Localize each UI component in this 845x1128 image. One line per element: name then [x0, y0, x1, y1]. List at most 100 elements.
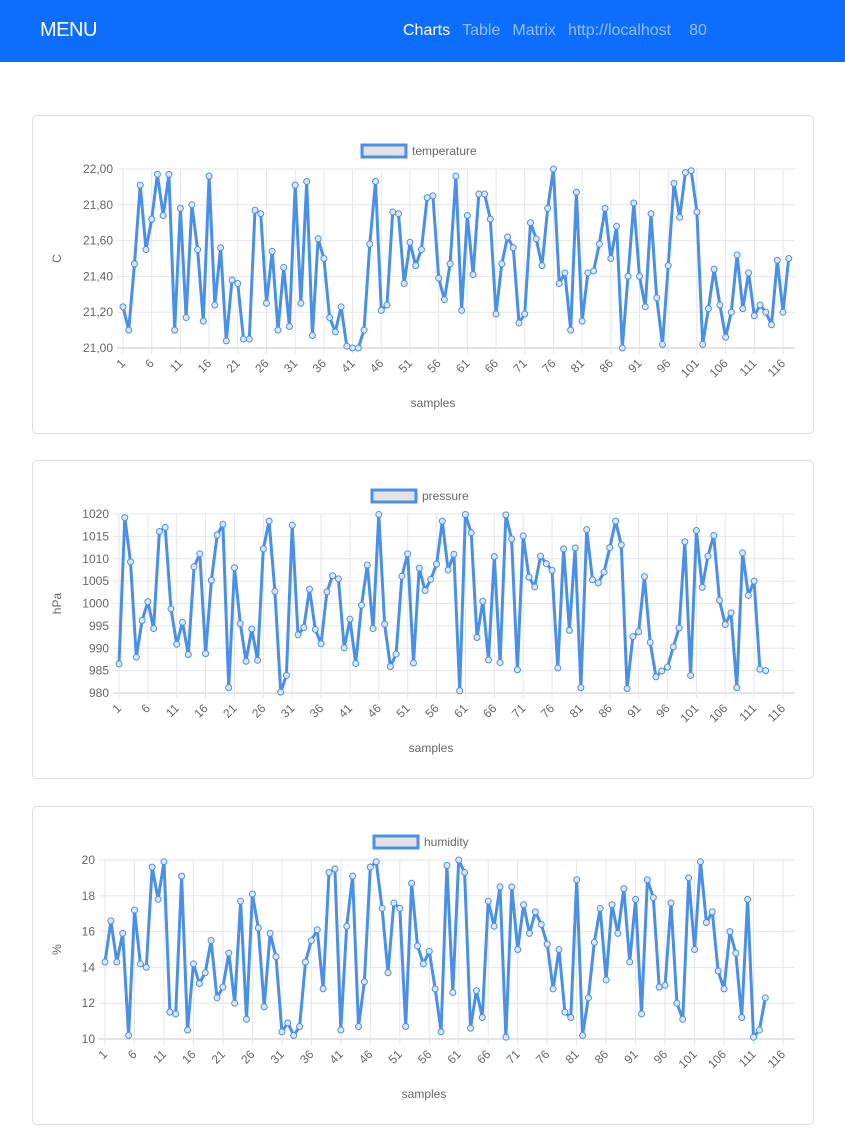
nav-link-charts[interactable]: Charts	[403, 22, 450, 40]
y-tick-label: 21,60	[83, 234, 113, 248]
data-point	[130, 260, 138, 268]
data-point	[632, 895, 640, 903]
x-tick-label: 116	[765, 701, 789, 725]
y-tick-label: 16	[82, 925, 96, 939]
data-point	[600, 568, 608, 576]
data-point	[669, 643, 677, 651]
data-point	[337, 1026, 345, 1034]
data-point	[538, 262, 546, 270]
data-point	[478, 1014, 486, 1022]
data-point	[647, 210, 655, 218]
data-point	[282, 672, 290, 680]
x-tick-label: 96	[651, 1047, 671, 1067]
x-tick-label: 11	[167, 356, 186, 375]
data-point	[443, 861, 451, 869]
data-point	[349, 872, 357, 880]
data-point	[384, 969, 392, 977]
data-point	[166, 1008, 174, 1016]
data-point	[461, 869, 469, 877]
data-point	[475, 190, 483, 198]
data-point	[225, 684, 233, 692]
y-tick-label: 1005	[82, 574, 109, 588]
data-point	[217, 244, 225, 252]
data-point	[291, 181, 299, 189]
data-point	[366, 240, 374, 248]
data-point	[691, 946, 699, 953]
temperature-chart: temperature 21,00 21,20 21,40 21,60 21,80 22,0…	[50, 143, 795, 410]
brand-menu[interactable]: MENU	[40, 19, 97, 42]
data-point	[696, 858, 704, 866]
data-point	[613, 222, 621, 230]
x-tick-label: 81	[567, 701, 587, 721]
legend-swatch	[372, 834, 420, 850]
data-point	[693, 208, 701, 216]
x-tick-label: 61	[451, 701, 471, 721]
x-axis-title: samples	[411, 396, 456, 410]
data-point	[265, 517, 273, 525]
data-point	[230, 564, 238, 572]
nav-link-host[interactable]: http://localhost	[568, 22, 671, 40]
data-point	[150, 625, 158, 633]
data-point	[179, 618, 187, 626]
data-point	[521, 310, 529, 318]
data-point	[148, 863, 156, 871]
data-point	[624, 272, 632, 280]
data-point	[596, 904, 604, 912]
data-point	[314, 235, 322, 243]
data-point	[481, 190, 489, 198]
data-point	[408, 879, 416, 887]
data-point	[171, 326, 179, 334]
x-tick-label: 76	[538, 701, 558, 721]
data-point	[640, 573, 648, 581]
nav-link-matrix[interactable]: Matrix	[512, 22, 556, 40]
x-tick-label: 66	[480, 701, 500, 721]
data-point	[326, 314, 334, 322]
data-point	[590, 267, 598, 275]
data-point	[366, 863, 374, 871]
data-point	[219, 983, 227, 991]
x-axis-title: samples	[409, 741, 454, 755]
data-point	[167, 605, 175, 613]
nav-link-port[interactable]: 80	[689, 22, 707, 40]
data-point	[381, 620, 389, 628]
x-tick-label: 11	[163, 701, 182, 720]
data-point	[346, 615, 354, 623]
data-point	[396, 904, 404, 912]
data-point	[195, 980, 203, 988]
data-point	[722, 333, 730, 341]
x-tick-label: 36	[297, 1047, 317, 1067]
data-point	[595, 240, 603, 248]
x-tick-label: 21	[220, 701, 240, 721]
data-point	[386, 663, 394, 671]
legend-swatch	[360, 143, 408, 159]
data-point	[456, 687, 464, 695]
nav-link-table[interactable]: Table	[462, 22, 500, 40]
data-point	[785, 255, 793, 262]
data-point	[658, 340, 666, 348]
data-point	[340, 644, 348, 652]
data-point	[323, 588, 331, 596]
data-point	[525, 573, 533, 581]
data-point	[692, 527, 700, 535]
data-point	[618, 344, 626, 352]
data-point	[614, 929, 622, 937]
data-point	[308, 331, 316, 339]
data-point	[202, 650, 210, 658]
data-point	[337, 303, 345, 311]
data-point	[121, 514, 129, 522]
data-point	[144, 598, 152, 606]
x-tick-label: 56	[424, 356, 444, 376]
legend: pressure	[370, 488, 469, 504]
data-point	[421, 587, 429, 595]
data-point	[549, 985, 557, 993]
data-point	[667, 899, 675, 907]
x-tick-label: 96	[653, 701, 673, 721]
data-point	[626, 958, 634, 966]
data-point	[716, 301, 724, 309]
data-point	[311, 625, 319, 633]
x-tick-label: 31	[268, 1047, 288, 1067]
data-point	[646, 638, 654, 646]
data-point	[549, 165, 557, 173]
data-point	[205, 172, 213, 180]
x-tick-label: 26	[249, 701, 269, 721]
